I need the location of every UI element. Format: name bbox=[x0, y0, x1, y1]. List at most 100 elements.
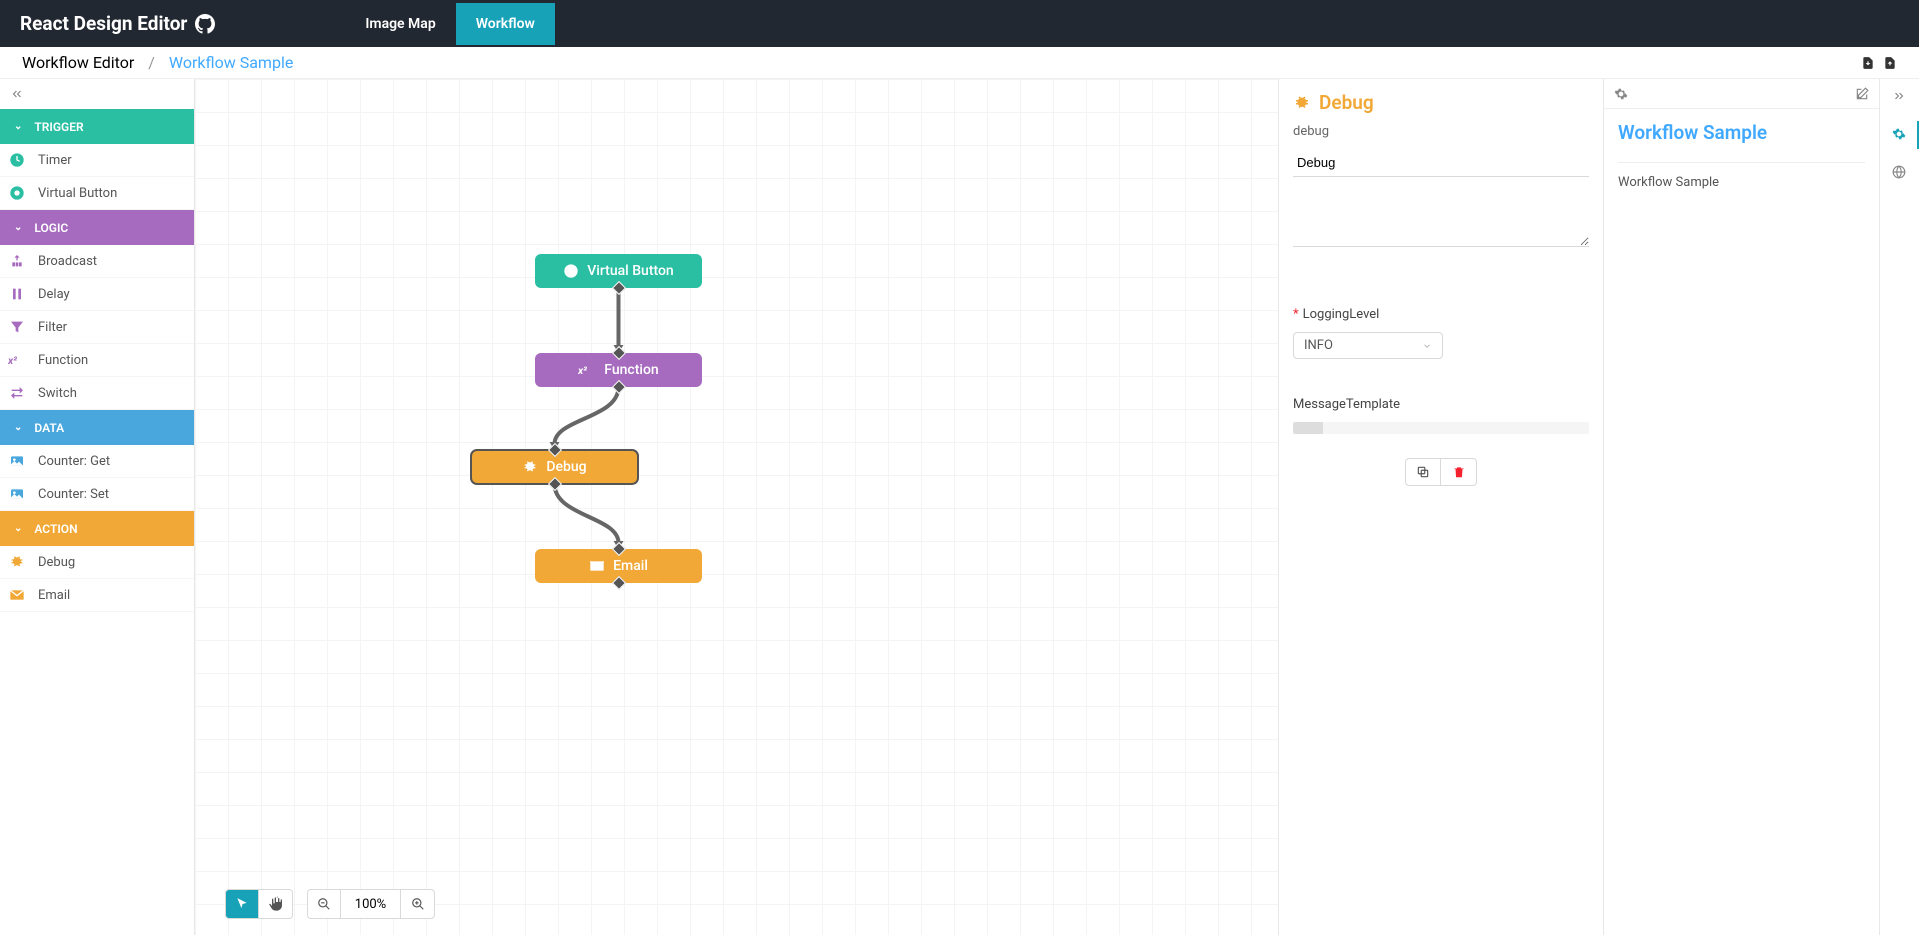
props-description-textarea[interactable] bbox=[1293, 187, 1589, 247]
palette-item-debug[interactable]: Debug bbox=[0, 546, 194, 579]
mail-icon bbox=[8, 586, 26, 604]
breadcrumb-root[interactable]: Workflow Editor bbox=[22, 53, 134, 72]
canvas-toolbar: 100% bbox=[225, 889, 435, 919]
upload-icon[interactable] bbox=[1883, 56, 1897, 70]
palette-group-label: DATA bbox=[34, 421, 64, 435]
palette-item-counter-get[interactable]: Counter: Get bbox=[0, 445, 194, 478]
right-rail bbox=[1879, 79, 1919, 935]
palette-item-label: Email bbox=[38, 588, 70, 603]
topbar-tabs: Image Map Workflow bbox=[345, 3, 554, 45]
clock-icon bbox=[8, 151, 26, 169]
node-label: Email bbox=[613, 558, 648, 574]
chevron-down-icon: ⌄ bbox=[14, 523, 22, 534]
app-title[interactable]: React Design Editor bbox=[20, 12, 215, 35]
message-template-label: MessageTemplate bbox=[1293, 397, 1589, 412]
dot-icon bbox=[8, 184, 26, 202]
pan-tool[interactable] bbox=[259, 890, 292, 918]
props-title: Debug bbox=[1293, 91, 1589, 114]
palette-group-label: ACTION bbox=[34, 522, 77, 536]
palette-item-timer[interactable]: Timer bbox=[0, 144, 194, 177]
globe-rail-icon[interactable] bbox=[1892, 165, 1908, 181]
svg-text:x²: x² bbox=[578, 364, 587, 377]
node-n1[interactable]: Virtual Button bbox=[535, 254, 702, 288]
logging-level-select[interactable]: INFO bbox=[1293, 332, 1443, 359]
palette-group-action[interactable]: ⌄ ACTION bbox=[0, 511, 194, 546]
github-icon bbox=[195, 14, 215, 34]
palette-item-delay[interactable]: Delay bbox=[0, 278, 194, 311]
bug-icon bbox=[522, 459, 538, 475]
palette-group-data[interactable]: ⌄DATA bbox=[0, 410, 194, 445]
node-n3[interactable]: Debug bbox=[471, 450, 638, 484]
palette-item-label: Counter: Get bbox=[38, 454, 110, 469]
config-panel: Workflow Sample Workflow Sample bbox=[1603, 79, 1879, 935]
palette-group-trigger[interactable]: ⌄ TRIGGER bbox=[0, 109, 194, 144]
props-title-text: Debug bbox=[1319, 91, 1374, 114]
palette-item-label: Debug bbox=[38, 555, 75, 570]
expand-right-icon[interactable] bbox=[1892, 89, 1908, 105]
canvas[interactable]: Virtual Button x² Function Debug Email 100% bbox=[195, 79, 1278, 935]
mail-icon bbox=[589, 558, 605, 574]
chevron-down-icon: ⌄ bbox=[14, 121, 22, 132]
palette-item-label: Counter: Set bbox=[38, 487, 109, 502]
image-icon bbox=[8, 485, 26, 503]
fx-icon: x² bbox=[8, 351, 26, 369]
node-label: Virtual Button bbox=[587, 263, 673, 279]
properties-panel: Debug debug *LoggingLevel INFO MessageTe… bbox=[1278, 79, 1603, 935]
palette-item-label: Filter bbox=[38, 320, 67, 335]
palette-item-label: Broadcast bbox=[38, 254, 97, 269]
zoom-in-button[interactable] bbox=[401, 890, 434, 918]
logging-level-label: *LoggingLevel bbox=[1293, 307, 1589, 322]
zoom-value: 100% bbox=[341, 890, 401, 918]
image-icon bbox=[8, 452, 26, 470]
zoom-out-button[interactable] bbox=[308, 890, 341, 918]
palette-item-virtual-button[interactable]: Virtual Button bbox=[0, 177, 194, 210]
topbar: React Design Editor Image Map Workflow bbox=[0, 0, 1919, 47]
chevron-down-icon: ⌄ bbox=[14, 222, 22, 233]
bug-icon bbox=[8, 553, 26, 571]
duplicate-button[interactable] bbox=[1405, 458, 1441, 486]
palette-group-logic[interactable]: ⌄LOGIC bbox=[0, 210, 194, 245]
port-in[interactable] bbox=[611, 542, 625, 556]
palette-item-broadcast[interactable]: Broadcast bbox=[0, 245, 194, 278]
port-out[interactable] bbox=[611, 380, 625, 394]
logging-level-value: INFO bbox=[1304, 338, 1333, 353]
gear-icon[interactable] bbox=[1614, 87, 1628, 101]
palette-item-counter-set[interactable]: Counter: Set bbox=[0, 478, 194, 511]
port-in[interactable] bbox=[611, 346, 625, 360]
port-out[interactable] bbox=[611, 576, 625, 590]
node-label: Function bbox=[604, 362, 658, 378]
palette-item-label: Timer bbox=[38, 153, 72, 168]
fx-icon: x² bbox=[578, 362, 596, 378]
filter-icon bbox=[8, 318, 26, 336]
node-n4[interactable]: Email bbox=[535, 549, 702, 583]
tab-workflow[interactable]: Workflow bbox=[456, 3, 555, 45]
config-title: Workflow Sample bbox=[1618, 121, 1865, 163]
palette-item-function[interactable]: x² Function bbox=[0, 344, 194, 377]
broadcast-icon bbox=[8, 252, 26, 270]
collapse-left-icon[interactable] bbox=[0, 79, 194, 109]
palette-item-filter[interactable]: Filter bbox=[0, 311, 194, 344]
node-palette: ⌄ TRIGGER Timer Virtual Button⌄LOGIC Broadca… bbox=[0, 79, 195, 935]
palette-item-label: Function bbox=[38, 353, 88, 368]
app-title-text: React Design Editor bbox=[20, 12, 187, 35]
tab-image-map[interactable]: Image Map bbox=[345, 3, 455, 45]
palette-item-switch[interactable]: Switch bbox=[0, 377, 194, 410]
download-icon[interactable] bbox=[1861, 56, 1875, 70]
palette-item-email[interactable]: Email bbox=[0, 579, 194, 612]
edit-icon[interactable] bbox=[1855, 87, 1869, 101]
settings-rail-icon[interactable] bbox=[1892, 127, 1908, 143]
port-out[interactable] bbox=[611, 281, 625, 295]
config-text: Workflow Sample bbox=[1618, 175, 1865, 190]
port-in[interactable] bbox=[547, 443, 561, 457]
switch-icon bbox=[8, 384, 26, 402]
delete-button[interactable] bbox=[1441, 458, 1477, 486]
breadcrumb-current[interactable]: Workflow Sample bbox=[169, 53, 293, 72]
pointer-tool[interactable] bbox=[226, 890, 259, 918]
dot-icon bbox=[563, 263, 579, 279]
breadcrumb: Workflow Editor / Workflow Sample bbox=[0, 47, 1919, 79]
message-template-editor[interactable] bbox=[1293, 422, 1589, 434]
port-out[interactable] bbox=[547, 477, 561, 491]
props-name-input[interactable] bbox=[1293, 149, 1589, 177]
node-n2[interactable]: x² Function bbox=[535, 353, 702, 387]
palette-group-label: TRIGGER bbox=[34, 120, 83, 134]
